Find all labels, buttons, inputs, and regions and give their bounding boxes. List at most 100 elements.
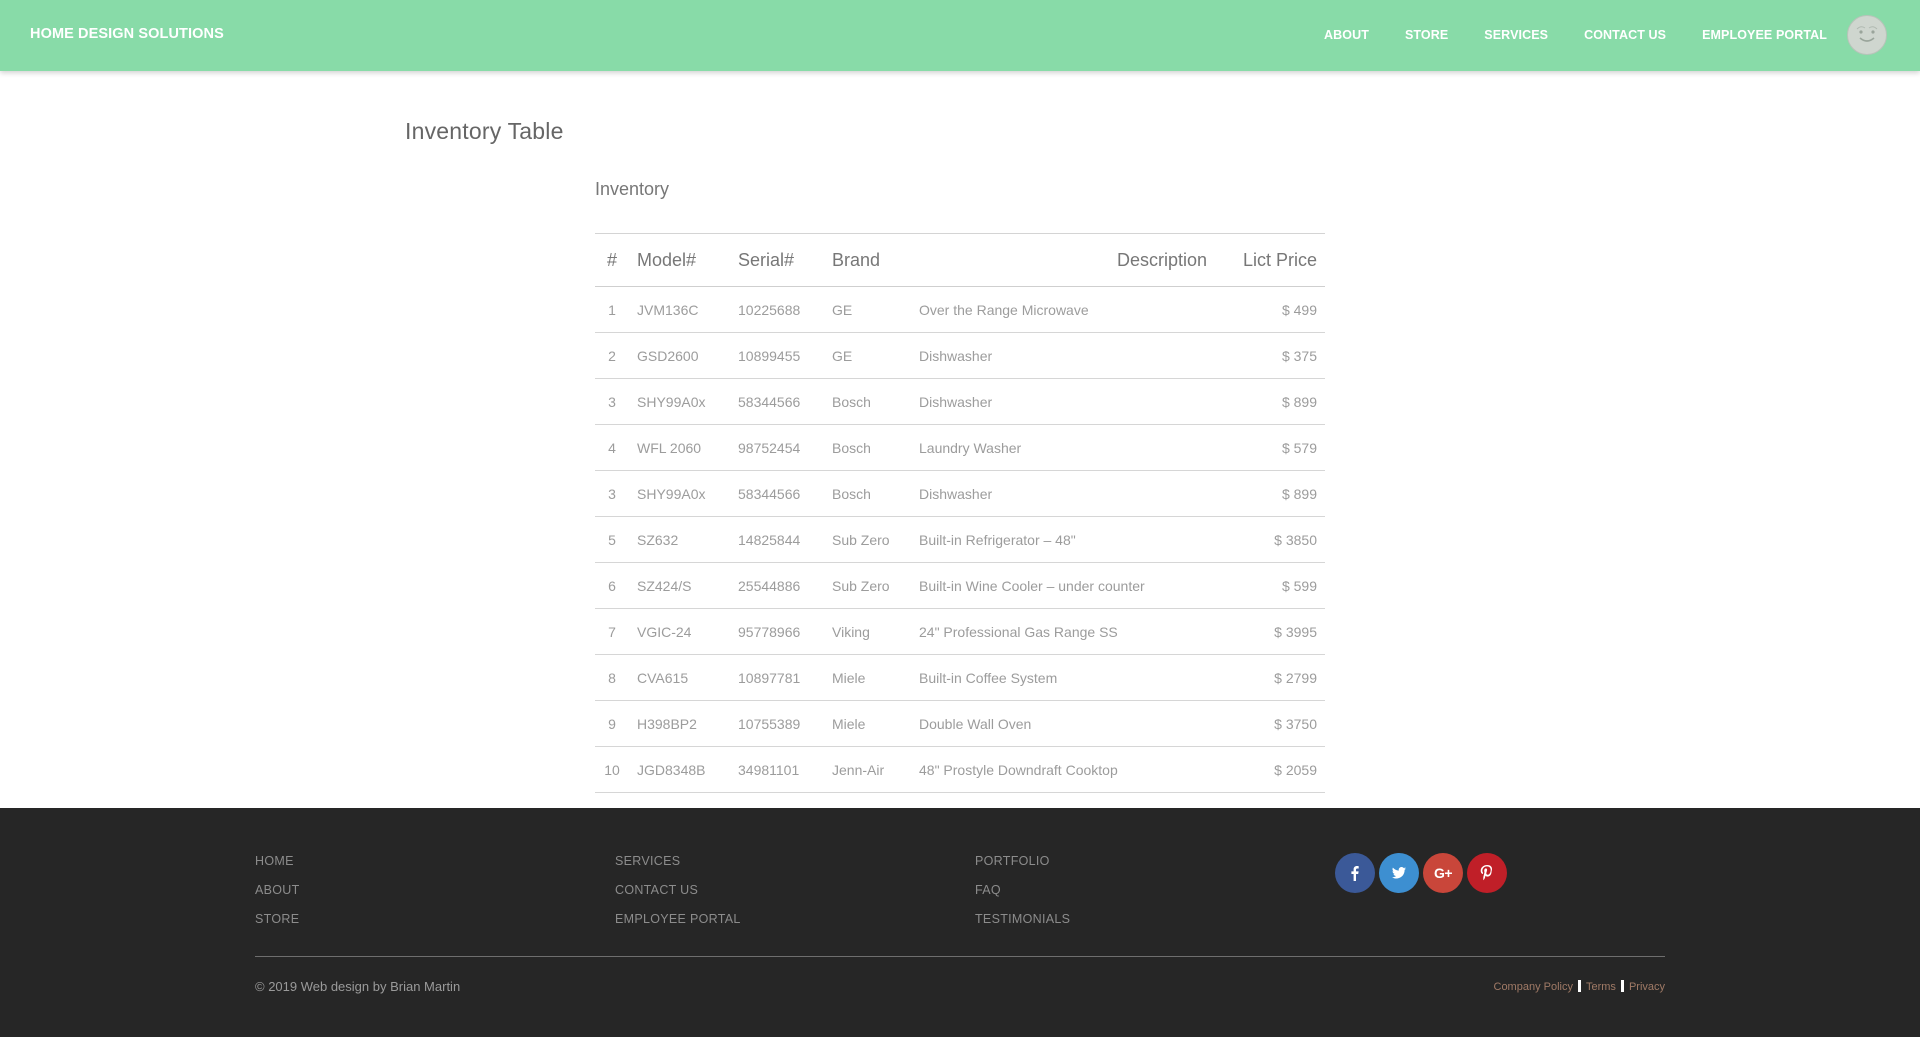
cell-serial: 10899455	[730, 332, 824, 379]
cell-brand: Jenn-Air	[824, 746, 911, 793]
facebook-icon	[1351, 866, 1359, 881]
footer-link-employee-portal[interactable]: EMPLOYEE PORTAL	[615, 910, 741, 939]
table-row: 1 JVM136C 10225688 GE Over the Range Microwa…	[595, 286, 1325, 333]
cell-description: Laundry Washer	[911, 424, 1215, 471]
nav-employee-portal[interactable]: EMPLOYEE PORTAL	[1702, 28, 1827, 42]
column-header-brand: Brand	[824, 233, 911, 287]
table-row: 3 SHY99A0x 58344566 Bosch Dishwasher $ 899	[595, 378, 1325, 425]
pinterest-icon	[1480, 865, 1493, 881]
cell-serial: 95778966	[730, 608, 824, 655]
nav-store[interactable]: STORE	[1405, 28, 1448, 42]
facebook-button[interactable]	[1335, 853, 1375, 893]
cell-serial: 34981101	[730, 746, 824, 793]
footer-link-store[interactable]: STORE	[255, 910, 300, 939]
cell-price: $ 899	[1215, 378, 1325, 425]
cell-number: 8	[595, 654, 629, 701]
column-header-description: Description	[911, 233, 1215, 287]
cell-price: $ 499	[1215, 286, 1325, 333]
cell-price: $ 3850	[1215, 516, 1325, 563]
cell-price: $ 2059	[1215, 746, 1325, 793]
legal-links: Company Policy Terms Privacy	[1494, 980, 1665, 993]
cell-model: VGIC-24	[629, 608, 730, 655]
cell-brand: GE	[824, 286, 911, 333]
cell-number: 6	[595, 562, 629, 609]
main-nav: ABOUT STORE SERVICES CONTACT US EMPLOYEE…	[1288, 28, 1827, 42]
cell-brand: GE	[824, 332, 911, 379]
cell-description: Built-in Coffee System	[911, 654, 1215, 701]
cell-serial: 25544886	[730, 562, 824, 609]
footer-link-faq[interactable]: FAQ	[975, 881, 1070, 910]
cell-model: SZ424/S	[629, 562, 730, 609]
cell-serial: 58344566	[730, 470, 824, 517]
pinterest-button[interactable]	[1467, 853, 1507, 893]
smiley-face-icon	[1856, 26, 1878, 42]
footer-column-2: SERVICES CONTACT US EMPLOYEE PORTAL	[615, 852, 741, 939]
table-header-row: # Model# Serial# Brand Description Lict …	[595, 233, 1325, 287]
copyright-text: © 2019 Web design by Brian Martin	[255, 979, 461, 994]
brand-logo-text[interactable]: HOME DESIGN SOLUTIONS	[30, 26, 224, 42]
twitter-icon	[1392, 867, 1406, 879]
cell-description: Built-in Refrigerator – 48"	[911, 516, 1215, 563]
table-row: 10 JGD8348B 34981101 Jenn-Air 48" Prostyle D…	[595, 746, 1325, 793]
cell-number: 3	[595, 378, 629, 425]
cell-number: 7	[595, 608, 629, 655]
footer-link-about[interactable]: ABOUT	[255, 881, 300, 910]
cell-description: Built-in Wine Cooler – under counter	[911, 562, 1215, 609]
top-navbar: HOME DESIGN SOLUTIONS ABOUT STORE SERVIC…	[0, 0, 1920, 71]
google-plus-button[interactable]: G+	[1423, 853, 1463, 893]
cell-description: 24" Professional Gas Range SS	[911, 608, 1215, 655]
cell-model: SZ632	[629, 516, 730, 563]
terms-link[interactable]: Terms	[1586, 981, 1616, 993]
column-header-serial: Serial#	[730, 233, 824, 287]
cell-number: 2	[595, 332, 629, 379]
column-header-number: #	[595, 233, 629, 287]
company-policy-link[interactable]: Company Policy	[1494, 981, 1573, 993]
table-row: 9 H398BP2 10755389 Miele Double Wall Oven $ 3…	[595, 700, 1325, 747]
google-plus-icon: G+	[1433, 865, 1453, 881]
footer-link-services[interactable]: SERVICES	[615, 852, 741, 881]
cell-model: H398BP2	[629, 700, 730, 747]
cell-brand: Bosch	[824, 470, 911, 517]
section-title: Inventory	[595, 179, 670, 199]
inventory-table: # Model# Serial# Brand Description Lict …	[595, 233, 1325, 793]
cell-price: $ 579	[1215, 424, 1325, 471]
cell-price: $ 2799	[1215, 654, 1325, 701]
footer-link-contact-us[interactable]: CONTACT US	[615, 881, 741, 910]
site-footer: HOME ABOUT STORE SERVICES CONTACT US EMP…	[0, 808, 1920, 1037]
cell-number: 9	[595, 700, 629, 747]
cell-serial: 98752454	[730, 424, 824, 471]
cell-price: $ 375	[1215, 332, 1325, 379]
cell-model: JVM136C	[629, 286, 730, 333]
cell-model: JGD8348B	[629, 746, 730, 793]
cell-price: $ 3995	[1215, 608, 1325, 655]
cell-brand: Sub Zero	[824, 562, 911, 609]
footer-divider	[255, 956, 1665, 957]
twitter-button[interactable]	[1379, 853, 1419, 893]
nav-contact-us[interactable]: CONTACT US	[1584, 28, 1666, 42]
table-row: 7 VGIC-24 95778966 Viking 24" Professional G…	[595, 608, 1325, 655]
footer-link-home[interactable]: HOME	[255, 852, 300, 881]
footer-link-testimonials[interactable]: TESTIMONIALS	[975, 910, 1070, 939]
table-row: 2 GSD2600 10899455 GE Dishwasher $ 375	[595, 332, 1325, 379]
privacy-link[interactable]: Privacy	[1629, 981, 1665, 993]
cell-brand: Miele	[824, 654, 911, 701]
table-row: 6 SZ424/S 25544886 Sub Zero Built-in Wine Co…	[595, 562, 1325, 609]
cell-serial: 10225688	[730, 286, 824, 333]
user-avatar[interactable]	[1847, 15, 1887, 55]
inventory-table-body: 1 JVM136C 10225688 GE Over the Range Microwa…	[595, 286, 1325, 793]
nav-services[interactable]: SERVICES	[1484, 28, 1548, 42]
legal-separator	[1620, 980, 1624, 992]
footer-column-1: HOME ABOUT STORE	[255, 852, 300, 939]
cell-model: SHY99A0x	[629, 378, 730, 425]
cell-model: WFL 2060	[629, 424, 730, 471]
table-row: 3 SHY99A0x 58344566 Bosch Dishwasher $ 899	[595, 470, 1325, 517]
cell-number: 5	[595, 516, 629, 563]
cell-description: Over the Range Microwave	[911, 286, 1215, 333]
cell-model: SHY99A0x	[629, 470, 730, 517]
footer-link-portfolio[interactable]: PORTFOLIO	[975, 852, 1070, 881]
nav-about[interactable]: ABOUT	[1324, 28, 1369, 42]
cell-brand: Sub Zero	[824, 516, 911, 563]
cell-serial: 14825844	[730, 516, 824, 563]
cell-description: Double Wall Oven	[911, 700, 1215, 747]
cell-number: 3	[595, 470, 629, 517]
